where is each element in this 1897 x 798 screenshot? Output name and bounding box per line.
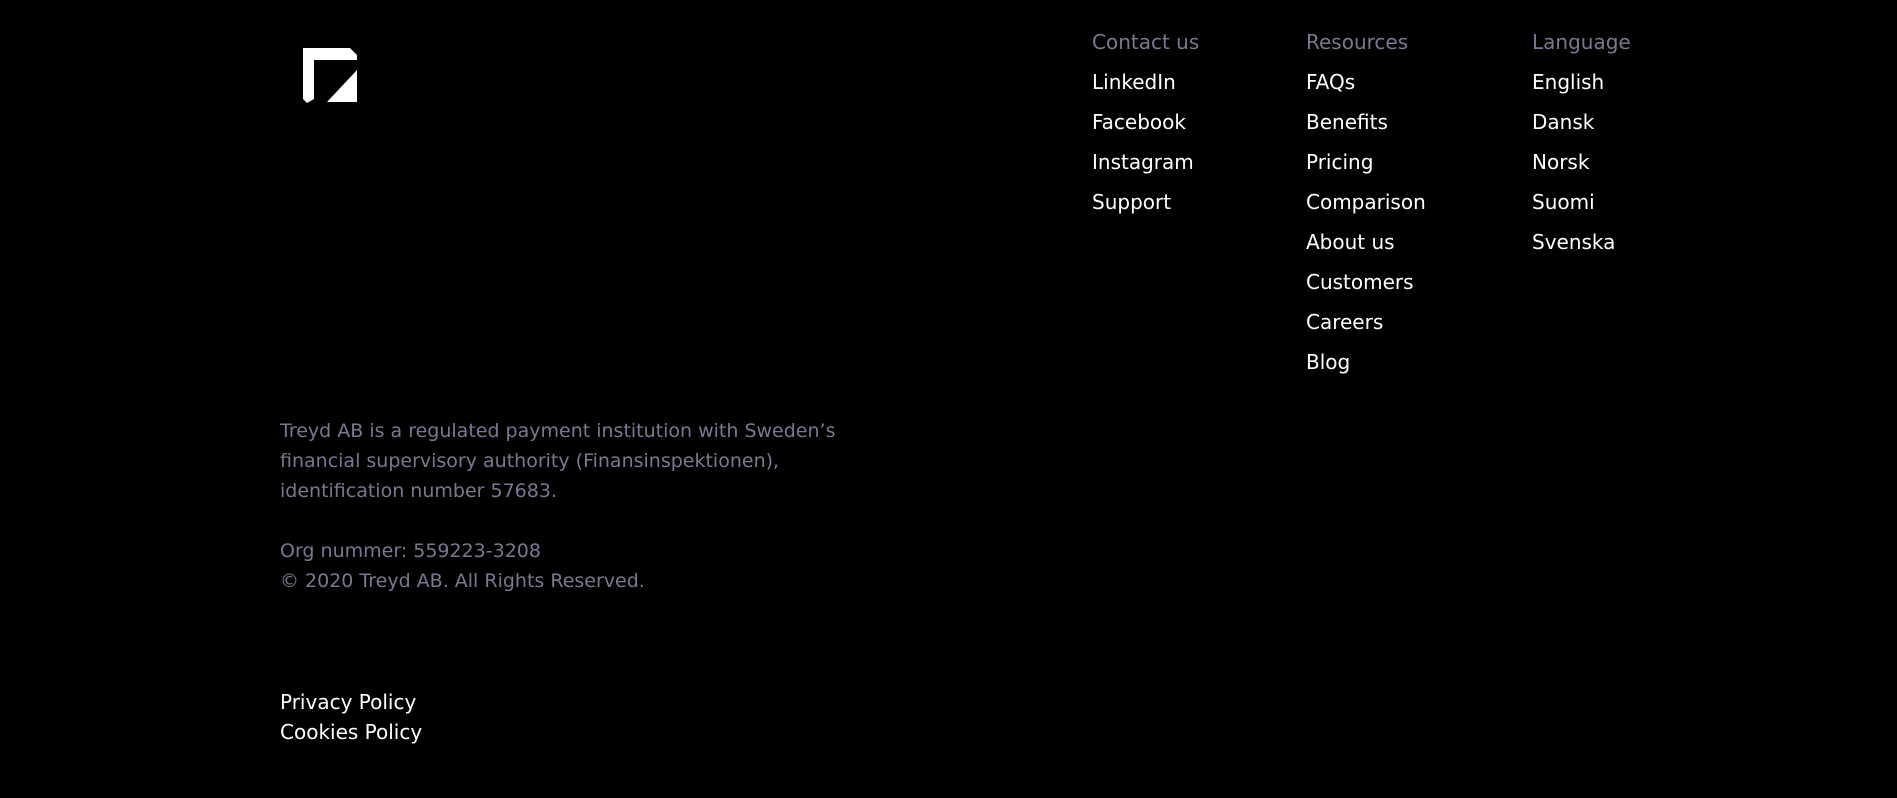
support-link[interactable]: Support	[1092, 188, 1199, 228]
about-us-link[interactable]: About us	[1306, 228, 1426, 268]
blog-link[interactable]: Blog	[1306, 348, 1426, 388]
company-info: Org nummer: 559223-3208 © 2020 Treyd AB.…	[280, 536, 645, 596]
regulatory-text: Treyd AB is a regulated payment institut…	[280, 420, 836, 502]
language-dansk-link[interactable]: Dansk	[1532, 108, 1631, 148]
facebook-link[interactable]: Facebook	[1092, 108, 1199, 148]
copyright-text: © 2020 Treyd AB. All Rights Reserved.	[280, 570, 645, 592]
resources-heading: Resources	[1306, 30, 1409, 54]
language-suomi-link[interactable]: Suomi	[1532, 188, 1631, 228]
regulatory-notice: Treyd AB is a regulated payment institut…	[280, 416, 840, 506]
treyd-logo-icon[interactable]	[300, 46, 360, 108]
customers-link[interactable]: Customers	[1306, 268, 1426, 308]
language-english-link[interactable]: English	[1532, 68, 1631, 108]
careers-link[interactable]: Careers	[1306, 308, 1426, 348]
linkedin-link[interactable]: LinkedIn	[1092, 68, 1199, 108]
benefits-link[interactable]: Benefits	[1306, 108, 1426, 148]
org-number: Org nummer: 559223-3208	[280, 540, 541, 562]
policy-links: Privacy Policy Cookies Policy	[280, 687, 422, 747]
contact-heading: Contact us	[1092, 30, 1200, 54]
instagram-link[interactable]: Instagram	[1092, 148, 1199, 188]
language-norsk-link[interactable]: Norsk	[1532, 148, 1631, 188]
language-heading: Language	[1532, 30, 1631, 54]
faqs-link[interactable]: FAQs	[1306, 68, 1426, 108]
language-column: Language English Dansk Norsk Suomi Svens…	[1532, 28, 1631, 268]
contact-column: Contact us LinkedIn Facebook Instagram S…	[1092, 28, 1199, 228]
resources-column: Resources FAQs Benefits Pricing Comparis…	[1306, 28, 1426, 388]
cookies-policy-link[interactable]: Cookies Policy	[280, 717, 422, 747]
privacy-policy-link[interactable]: Privacy Policy	[280, 687, 422, 717]
pricing-link[interactable]: Pricing	[1306, 148, 1426, 188]
language-svenska-link[interactable]: Svenska	[1532, 228, 1631, 268]
comparison-link[interactable]: Comparison	[1306, 188, 1426, 228]
